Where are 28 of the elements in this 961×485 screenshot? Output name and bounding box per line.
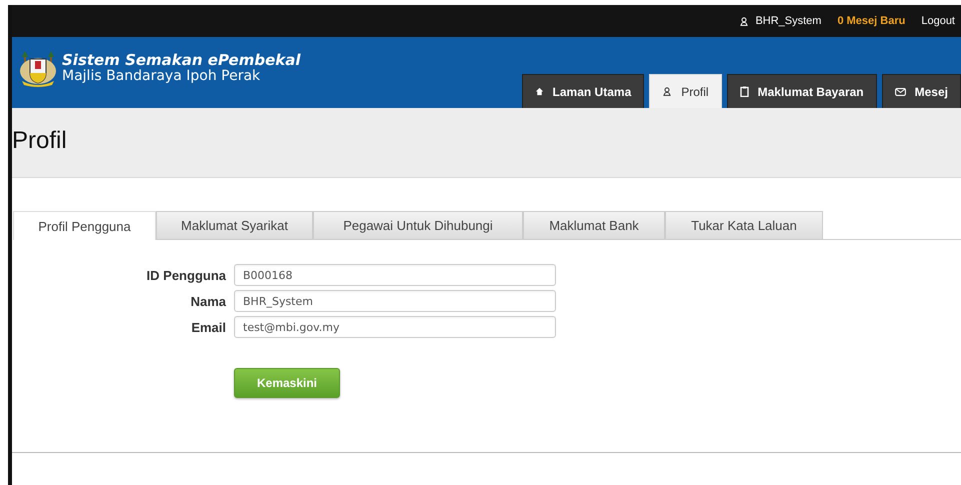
field-label: ID Pengguna — [146, 268, 226, 282]
field-label: Email — [190, 320, 226, 334]
nav-tab[interactable]: Laman Utama — [522, 74, 644, 108]
tab[interactable]: Tukar Kata Laluan — [665, 211, 823, 239]
nav-tab[interactable]: Profil — [649, 74, 722, 108]
input-field[interactable]: BHR_System — [234, 290, 556, 312]
tab[interactable]: Maklumat Bank — [523, 211, 665, 239]
input-field[interactable]: B000168 — [234, 264, 556, 286]
user-icon — [739, 16, 750, 26]
nav-tab[interactable]: Maklumat Bayaran — [726, 74, 877, 108]
tab[interactable]: Pegawai Untuk Dihubungi — [313, 211, 523, 239]
username: BHR_System — [755, 15, 822, 27]
messages-link[interactable]: 0 Mesej Baru — [837, 15, 906, 27]
clipboard-icon — [740, 86, 749, 97]
page-title: Profil — [12, 126, 68, 155]
logout-link[interactable]: Logout — [921, 15, 955, 27]
input-field[interactable]: test@mbi.gov.my — [234, 316, 556, 338]
field-label: Nama — [190, 294, 226, 308]
envelope-icon — [894, 88, 906, 96]
tab[interactable]: Maklumat Syarikat — [156, 211, 313, 239]
crest-icon — [18, 49, 58, 87]
user-icon — [662, 87, 672, 96]
tab[interactable]: Profil Pengguna — [13, 211, 156, 240]
home-icon — [534, 87, 544, 96]
user-link[interactable]: BHR_System — [739, 15, 822, 27]
nav-tab[interactable]: Mesej — [882, 74, 961, 108]
site-title: Sistem Semakan ePembekal — [62, 52, 301, 68]
site-subtitle: Majlis Bandaraya Ipoh Perak — [62, 68, 262, 84]
